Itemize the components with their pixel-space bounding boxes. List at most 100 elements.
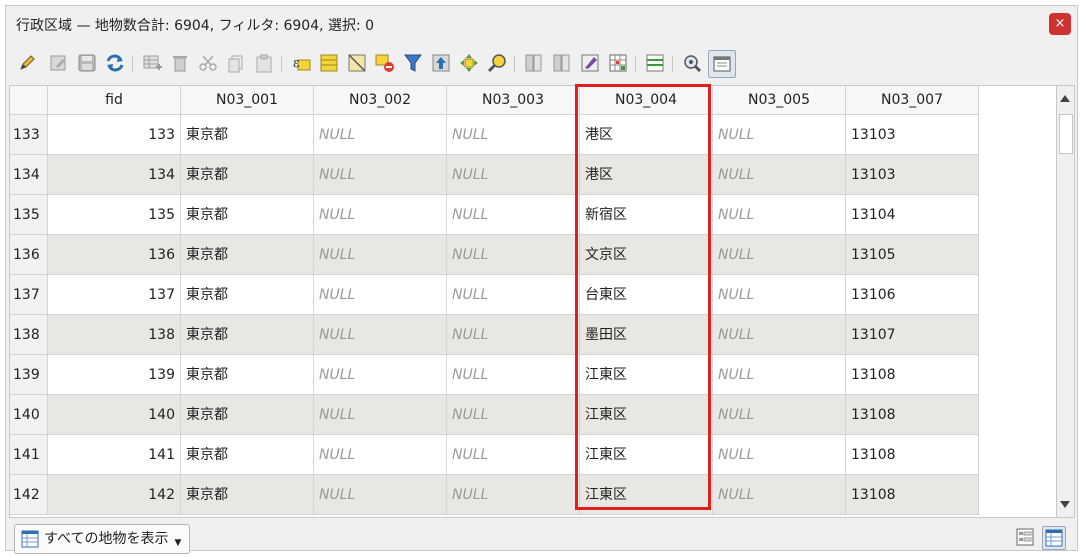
cell-n03-007[interactable]: 13108 [846, 435, 979, 475]
cell-fid[interactable]: 134 [48, 155, 181, 195]
cell-fid[interactable]: 139 [48, 355, 181, 395]
deselect-all-button[interactable] [346, 52, 368, 74]
cell-n03-004[interactable]: 江東区 [580, 435, 713, 475]
multi-edit-button[interactable] [48, 52, 70, 74]
cell-fid[interactable]: 138 [48, 315, 181, 355]
cell-n03-007[interactable]: 13105 [846, 235, 979, 275]
cell-n03-001[interactable]: 東京都 [181, 435, 314, 475]
cell-n03-002[interactable]: NULL [314, 115, 447, 155]
cell-n03-004[interactable]: 新宿区 [580, 195, 713, 235]
row-number[interactable]: 140 [10, 395, 48, 435]
cell-n03-002[interactable]: NULL [314, 275, 447, 315]
cell-n03-005[interactable]: NULL [713, 195, 846, 235]
column-header-n03-003[interactable]: N03_003 [447, 86, 580, 115]
table-row[interactable]: 138 138 東京都 NULL NULL 墨田区 NULL 13107 [10, 315, 1056, 355]
pan-to-selection-button[interactable] [458, 52, 480, 74]
toggle-editing-button[interactable] [16, 52, 38, 74]
cell-n03-001[interactable]: 東京都 [181, 235, 314, 275]
cell-n03-005[interactable]: NULL [713, 155, 846, 195]
table-row[interactable]: 140 140 東京都 NULL NULL 江東区 NULL 13108 [10, 395, 1056, 435]
row-number[interactable]: 133 [10, 115, 48, 155]
cell-fid[interactable]: 142 [48, 475, 181, 515]
cell-n03-007[interactable]: 13108 [846, 395, 979, 435]
cell-n03-003[interactable]: NULL [447, 475, 580, 515]
cell-n03-002[interactable]: NULL [314, 315, 447, 355]
row-number[interactable]: 142 [10, 475, 48, 515]
table-row[interactable]: 141 141 東京都 NULL NULL 江東区 NULL 13108 [10, 435, 1056, 475]
cell-n03-005[interactable]: NULL [713, 355, 846, 395]
row-number[interactable]: 139 [10, 355, 48, 395]
copy-button[interactable] [225, 52, 247, 74]
column-header-n03-004[interactable]: N03_004 [580, 86, 713, 115]
table-row[interactable]: 133 133 東京都 NULL NULL 港区 NULL 13103 [10, 115, 1056, 155]
cell-fid[interactable]: 135 [48, 195, 181, 235]
corner-header[interactable] [10, 86, 48, 115]
cell-n03-003[interactable]: NULL [447, 435, 580, 475]
show-all-features-dropdown[interactable]: すべての地物を表示 ▼ [14, 524, 191, 554]
cell-n03-001[interactable]: 東京都 [181, 395, 314, 435]
table-row[interactable]: 135 135 東京都 NULL NULL 新宿区 NULL 13104 [10, 195, 1056, 235]
cell-n03-005[interactable]: NULL [713, 235, 846, 275]
column-header-n03-007[interactable]: N03_007 [846, 86, 979, 115]
table-view-button[interactable] [1042, 526, 1066, 550]
cell-fid[interactable]: 137 [48, 275, 181, 315]
cell-n03-001[interactable]: 東京都 [181, 315, 314, 355]
cell-n03-007[interactable]: 13108 [846, 355, 979, 395]
cell-n03-003[interactable]: NULL [447, 395, 580, 435]
invert-selection-button[interactable] [374, 52, 396, 74]
reload-button[interactable] [104, 52, 126, 74]
delete-feature-button[interactable] [169, 52, 191, 74]
cell-n03-002[interactable]: NULL [314, 235, 447, 275]
cell-n03-004[interactable]: 港区 [580, 115, 713, 155]
cell-n03-003[interactable]: NULL [447, 235, 580, 275]
cell-n03-003[interactable]: NULL [447, 275, 580, 315]
column-header-n03-001[interactable]: N03_001 [181, 86, 314, 115]
cell-fid[interactable]: 133 [48, 115, 181, 155]
cell-n03-005[interactable]: NULL [713, 435, 846, 475]
scroll-up-icon[interactable] [1060, 95, 1070, 102]
conditional-formatting-button[interactable] [607, 52, 629, 74]
cell-n03-002[interactable]: NULL [314, 395, 447, 435]
cell-n03-002[interactable]: NULL [314, 155, 447, 195]
cell-n03-007[interactable]: 13104 [846, 195, 979, 235]
row-number[interactable]: 138 [10, 315, 48, 355]
cell-n03-001[interactable]: 東京都 [181, 355, 314, 395]
cell-n03-007[interactable]: 13107 [846, 315, 979, 355]
table-row[interactable]: 134 134 東京都 NULL NULL 港区 NULL 13103 [10, 155, 1056, 195]
cell-n03-003[interactable]: NULL [447, 155, 580, 195]
cell-n03-001[interactable]: 東京都 [181, 115, 314, 155]
cell-n03-005[interactable]: NULL [713, 275, 846, 315]
table-row[interactable]: 139 139 東京都 NULL NULL 江東区 NULL 13108 [10, 355, 1056, 395]
table-row[interactable]: 142 142 東京都 NULL NULL 江東区 NULL 13108 [10, 475, 1056, 515]
cell-n03-007[interactable]: 13106 [846, 275, 979, 315]
cell-n03-003[interactable]: NULL [447, 315, 580, 355]
organize-columns-button[interactable] [644, 52, 666, 74]
cell-n03-004[interactable]: 江東区 [580, 475, 713, 515]
dock-undock-button[interactable] [708, 50, 736, 78]
vertical-scrollbar[interactable] [1057, 85, 1075, 518]
cell-n03-004[interactable]: 文京区 [580, 235, 713, 275]
cell-n03-004[interactable]: 江東区 [580, 355, 713, 395]
table-row[interactable]: 136 136 東京都 NULL NULL 文京区 NULL 13105 [10, 235, 1056, 275]
column-header-fid[interactable]: fid [48, 86, 181, 115]
cell-n03-002[interactable]: NULL [314, 475, 447, 515]
row-number[interactable]: 134 [10, 155, 48, 195]
scrollbar-thumb[interactable] [1059, 114, 1073, 154]
field-calculator-button[interactable] [579, 52, 601, 74]
save-edits-button[interactable] [76, 52, 98, 74]
add-feature-button[interactable] [141, 52, 163, 74]
cell-n03-003[interactable]: NULL [447, 195, 580, 235]
form-view-button[interactable] [1014, 526, 1038, 550]
cell-n03-001[interactable]: 東京都 [181, 155, 314, 195]
row-number[interactable]: 137 [10, 275, 48, 315]
column-header-n03-002[interactable]: N03_002 [314, 86, 447, 115]
cell-n03-004[interactable]: 台東区 [580, 275, 713, 315]
cell-fid[interactable]: 141 [48, 435, 181, 475]
cell-n03-004[interactable]: 港区 [580, 155, 713, 195]
cell-n03-003[interactable]: NULL [447, 355, 580, 395]
cell-n03-004[interactable]: 墨田区 [580, 315, 713, 355]
select-all-button[interactable] [318, 52, 340, 74]
cell-n03-003[interactable]: NULL [447, 115, 580, 155]
actions-button[interactable] [681, 52, 703, 74]
scroll-down-icon[interactable] [1060, 501, 1070, 508]
